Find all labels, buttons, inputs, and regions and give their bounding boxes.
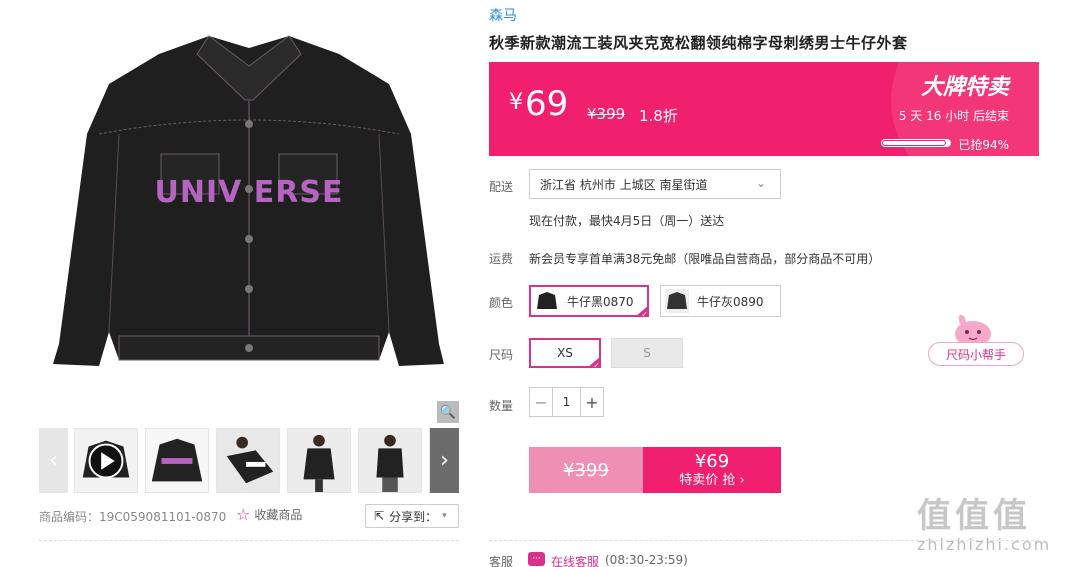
jacket-thumb-icon	[146, 429, 208, 492]
selected-check-icon	[633, 305, 649, 317]
size-helper-button[interactable]: 尺码小帮手	[928, 342, 1024, 366]
sold-progress-bar	[881, 139, 951, 147]
buy-price: ¥69	[694, 451, 730, 473]
share-label: 分享到：	[389, 509, 438, 524]
service-hours: (08:30-23:59)	[605, 553, 688, 567]
thumbnail-4[interactable]	[287, 428, 351, 493]
zoom-button[interactable]: 🔍	[437, 401, 459, 423]
favorite-button[interactable]: ☆ 收藏商品	[236, 506, 302, 523]
current-price: 69	[525, 84, 569, 124]
model-thumb-icon	[359, 429, 421, 492]
original-price: ¥399	[587, 105, 626, 123]
product-title: 秋季新款潮流工装风夹克宽松翻领纯棉字母刺绣男士牛仔外套	[489, 34, 908, 52]
quantity-stepper: − 1 +	[529, 387, 604, 417]
customer-service-label: 客服	[489, 555, 514, 567]
thumb-prev-button[interactable]: ‹	[39, 428, 68, 493]
quantity-input[interactable]: 1	[552, 388, 581, 416]
thumbnail-2[interactable]	[145, 428, 209, 493]
jacket-embroidery-text: UNIV ERSE	[155, 175, 344, 210]
color-option-gray[interactable]: 牛仔灰0890	[660, 285, 781, 317]
share-icon: ⇱	[374, 509, 385, 523]
sold-progress-fill	[882, 140, 946, 146]
thumbnail-5[interactable]	[358, 428, 422, 493]
selected-check-icon	[585, 356, 601, 368]
discount-rate: 1.8折	[639, 107, 678, 125]
divider	[39, 540, 459, 541]
sold-percent-label: 已抢94%	[958, 138, 1009, 152]
jacket-illustration: UNIV ERSE	[53, 35, 444, 366]
color-swatch-black	[535, 289, 559, 313]
chat-icon: ···	[528, 552, 545, 566]
color-option-black[interactable]: 牛仔黑0870	[529, 285, 649, 317]
original-price-button[interactable]: ¥399	[529, 447, 643, 493]
main-product-image[interactable]: UNIV ERSE	[39, 14, 459, 426]
color-option-label: 牛仔灰0890	[697, 294, 764, 309]
jacket-thumb-icon	[75, 429, 137, 492]
caret-down-icon: ▾	[442, 511, 447, 521]
brand-link[interactable]: 森马	[489, 5, 517, 25]
online-service-link[interactable]: 在线客服	[551, 553, 599, 567]
countdown-text: 5 天 16 小时 后结束	[898, 109, 1009, 123]
star-outline-icon: ☆	[236, 504, 251, 524]
model-thumb-icon	[217, 429, 279, 492]
currency-symbol: ¥	[509, 90, 523, 115]
size-option-xs[interactable]: XS	[529, 338, 601, 368]
color-label: 颜色	[489, 296, 514, 310]
quantity-label: 数量	[489, 399, 514, 413]
chevron-left-icon: ‹	[49, 448, 58, 473]
quantity-plus-button[interactable]: +	[581, 388, 603, 416]
thumb-next-button[interactable]: ›	[430, 428, 459, 493]
site-watermark: 值值值 zhizhizhi.com	[917, 488, 1057, 563]
watermark-url: zhizhizhi.com	[917, 535, 1052, 554]
size-option-label: XS	[557, 346, 573, 360]
fee-label: 运费	[489, 252, 514, 266]
delivery-note: 现在付款，最快4月5日（周一）送达	[529, 214, 725, 228]
thumbnail-strip: ‹ ›	[39, 428, 459, 493]
quantity-minus-button[interactable]: −	[530, 388, 552, 416]
chevron-right-icon: ›	[440, 448, 449, 473]
size-label: 尺码	[489, 348, 514, 362]
price-banner: ¥ 69 ¥399 1.8折 大牌特卖 5 天 16 小时 后结束 已抢94%	[489, 62, 1039, 156]
sku-code: 商品编码：19C059081101-0870	[39, 510, 227, 524]
delivery-label: 配送	[489, 180, 514, 194]
magnifier-icon: 🔍	[439, 404, 457, 420]
buy-label: 特卖价 抢 ›	[679, 473, 745, 488]
favorite-label: 收藏商品	[254, 508, 303, 522]
address-value: 浙江省 杭州市 上城区 南星街道	[540, 177, 708, 192]
thumbnail-video[interactable]	[74, 428, 138, 493]
buy-now-button[interactable]: ¥69 特卖价 抢 ›	[643, 447, 781, 493]
size-option-s[interactable]: S	[611, 338, 683, 368]
address-select[interactable]: 浙江省 杭州市 上城区 南星街道 ⌄	[529, 169, 781, 199]
size-option-label: S	[643, 346, 651, 360]
model-thumb-icon	[288, 429, 350, 492]
fee-text: 新会员专享首单满38元免邮（限唯品自营商品，部分商品不可用）	[529, 252, 881, 266]
color-option-label: 牛仔黑0870	[567, 294, 634, 309]
sale-title: 大牌特卖	[920, 75, 1009, 100]
watermark-logo-text: 值值值	[917, 496, 1031, 536]
thumbnail-3[interactable]	[216, 428, 280, 493]
chevron-down-icon: ⌄	[755, 176, 766, 190]
color-swatch-gray	[665, 289, 689, 313]
share-dropdown[interactable]: ⇱ 分享到： ▾	[365, 504, 459, 528]
